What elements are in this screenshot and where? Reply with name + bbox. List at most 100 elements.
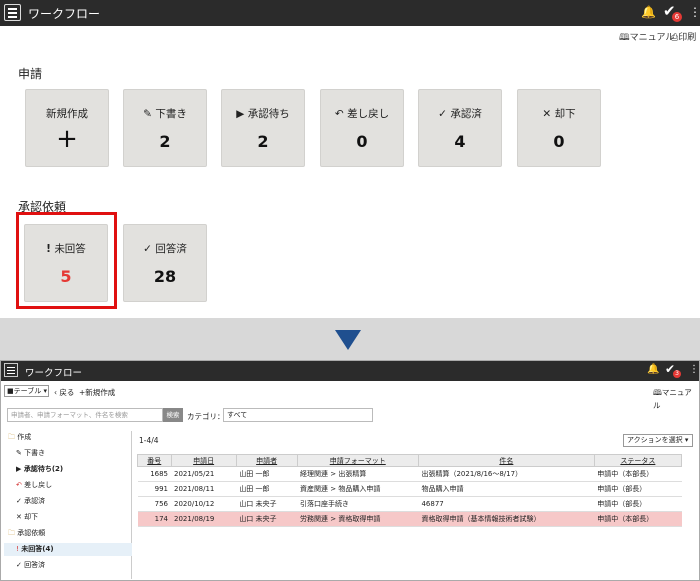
hamburger-menu-icon[interactable]: [4, 363, 18, 377]
column-header[interactable]: 番号: [137, 454, 172, 467]
table-cell: 物品購入申請: [418, 481, 595, 497]
table-cell: 申請中（部長）: [594, 481, 682, 497]
top-app-bar: ワークフロー 🔔 ✔ 6 ⋮: [0, 0, 700, 26]
tile-rejected[interactable]: ✕ 却下 0: [517, 89, 601, 167]
new-button[interactable]: +新規作成: [79, 387, 115, 398]
kebab-menu-icon[interactable]: ⋮: [689, 364, 699, 375]
sidebar-item[interactable]: ! 未回答(4): [4, 543, 132, 556]
sidebar-item-label: 未回答(4): [18, 545, 54, 553]
tile-approved[interactable]: ✓ 承認済 4: [418, 89, 502, 167]
table-cell: 1685: [137, 466, 172, 482]
table-cell: 出張精算（2021/8/16～8/17）: [418, 466, 595, 482]
column-header[interactable]: ステータス: [593, 454, 683, 467]
table-row[interactable]: 1685 2021/05/21 山田 一郎 経理関連 > 出張精算 出張精算（2021/…: [137, 466, 682, 482]
column-header[interactable]: 申請日: [170, 454, 237, 467]
bell-icon[interactable]: 🔔: [647, 364, 659, 375]
folder-icon: 🗀: [8, 529, 15, 537]
table-cell: 174: [137, 511, 172, 527]
sidebar-item[interactable]: ✓ 回答済: [4, 559, 132, 572]
hamburger-menu-icon[interactable]: [4, 4, 21, 21]
sidebar-item-label: 作成: [15, 433, 32, 441]
table-cell: 引落口座手続き: [297, 496, 419, 512]
print-link[interactable]: ⎙印刷: [671, 30, 696, 43]
table-cell: 756: [137, 496, 172, 512]
tile-count: 2: [257, 132, 269, 151]
search-button[interactable]: 検索: [163, 408, 183, 422]
sidebar-item-label: 承認済: [21, 497, 46, 505]
notification-badge: 6: [672, 12, 682, 22]
sidebar-item[interactable]: ↶ 差し戻し: [4, 479, 132, 492]
table-row[interactable]: 174 2021/08/19 山口 未央子 労務関連 > 資格取得申請 資格取得申請（基…: [137, 511, 682, 527]
tile-answered[interactable]: ✓ 回答済 28: [123, 224, 207, 302]
sidebar-item-label: 回答済: [21, 561, 46, 569]
table-cell: 山口 未央子: [236, 511, 298, 527]
pencil-icon: ✎: [143, 108, 152, 120]
table-cell: 申請中（本部長）: [594, 466, 682, 482]
table-cell: 労務関連 > 資格取得申請: [297, 511, 419, 527]
column-header[interactable]: 申請者: [235, 454, 298, 467]
result-count: 1-4/4: [139, 436, 159, 445]
table-cell: 資産関連 > 物品購入申請: [297, 481, 419, 497]
table-cell: 2021/08/19: [171, 511, 237, 527]
category-select[interactable]: すべて: [223, 408, 373, 422]
check-icon: ✓: [438, 108, 447, 120]
table-cell: 山田 一郎: [236, 466, 298, 482]
tile-returned[interactable]: ↶ 差し戻し 0: [320, 89, 404, 167]
sidebar-item[interactable]: 🗀 承認依頼: [4, 527, 132, 540]
tile-drafts[interactable]: ✎ 下書き 2: [123, 89, 207, 167]
table-cell: 2021/08/11: [171, 481, 237, 497]
search-input[interactable]: 申請者、申請フォーマット、件名を検索: [7, 408, 163, 422]
app-bar: ワークフロー 🔔 ✔ 3 ⋮: [1, 361, 699, 381]
tile-pending[interactable]: ▶ 承認待ち 2: [221, 89, 305, 167]
check-icon: ✓: [143, 243, 152, 255]
table-cell: 資格取得申請（基本情報技術者試験）: [418, 511, 595, 527]
table-cell: 申請中（本部長）: [594, 511, 682, 527]
table-cell: 山田 一郎: [236, 481, 298, 497]
sidebar-item[interactable]: ✎ 下書き: [4, 447, 132, 460]
return-icon: ↶: [334, 108, 344, 120]
table-cell: 山口 未央子: [236, 496, 298, 512]
tile-new[interactable]: 新規作成 +: [25, 89, 109, 167]
manual-link[interactable]: 🕮マニュアル: [619, 30, 674, 46]
view-select[interactable]: ■テーブル ▾: [4, 385, 49, 397]
sidebar-item[interactable]: 🗀 作成: [4, 431, 132, 444]
manual-link[interactable]: 🕮マニュアル: [653, 387, 699, 411]
column-header[interactable]: 件名: [417, 454, 595, 467]
sidebar-item[interactable]: ✓ 承認済: [4, 495, 132, 508]
column-header[interactable]: 申請フォーマット: [296, 454, 419, 467]
table-row[interactable]: 991 2021/08/11 山田 一郎 資産関連 > 物品購入申請 物品購入申請 申請中…: [137, 481, 682, 497]
request-table: 番号 申請日 申請者 申請フォーマット 件名 ステータス 1685 2021/05/21 山田…: [137, 454, 683, 527]
down-arrow-icon: [335, 330, 361, 350]
sidebar: 🗀 作成 ✎ 下書き ▶ 承認待ち(2) ↶ 差し戻し ✓ 承認済 ✕ 却下 🗀 承認依頼!…: [4, 431, 132, 579]
plus-icon: +: [56, 124, 78, 154]
sidebar-item[interactable]: ▶ 承認待ち(2): [4, 463, 132, 476]
kebab-menu-icon[interactable]: ⋮: [689, 5, 700, 19]
sidebar-item-label: 下書き: [21, 449, 46, 457]
tile-count: 0: [553, 132, 565, 151]
highlight-box: [16, 212, 117, 309]
tile-count: 28: [153, 267, 177, 286]
book-icon: 🕮: [653, 388, 662, 397]
action-select[interactable]: アクションを選択 ▾: [623, 434, 693, 447]
section-title-requests: 申請: [18, 67, 43, 81]
table-cell: 申請中（部長）: [594, 496, 682, 512]
table-cell: 46877: [418, 496, 595, 512]
back-button[interactable]: ‹ 戻る: [54, 387, 74, 398]
table-row[interactable]: 756 2020/10/12 山口 未央子 引落口座手続き 46877 申請中（部長）: [137, 496, 682, 512]
chevron-left-icon: ‹: [54, 388, 57, 397]
tile-count: 2: [159, 132, 171, 151]
table-cell: 2021/05/21: [171, 466, 237, 482]
table-cell: 経理関連 > 出張精算: [297, 466, 419, 482]
sidebar-item-label: 却下: [21, 513, 39, 521]
table-cell: 2020/10/12: [171, 496, 237, 512]
notification-badge: 3: [673, 370, 681, 378]
sidebar-item[interactable]: ✕ 却下: [4, 511, 132, 524]
tile-label: 新規作成: [46, 108, 88, 120]
bell-icon[interactable]: 🔔: [641, 5, 656, 19]
app-title: ワークフロー: [25, 368, 83, 379]
folder-icon: 🗀: [8, 433, 15, 441]
category-label: カテゴリ：: [187, 412, 225, 421]
tile-count: 0: [356, 132, 368, 151]
x-icon: ✕: [542, 108, 552, 120]
app-title: ワークフロー: [28, 7, 101, 21]
